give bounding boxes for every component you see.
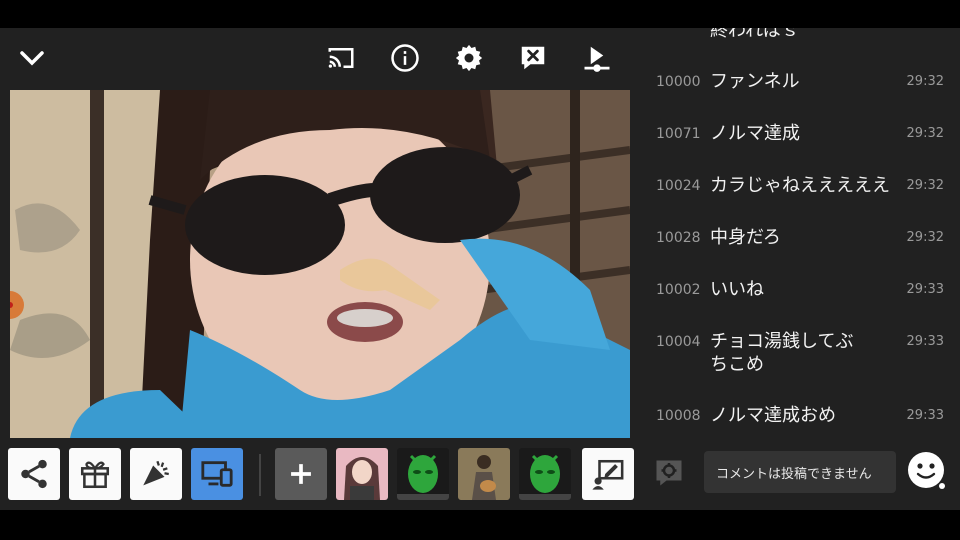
emoji-button[interactable] xyxy=(906,450,948,492)
comment-text: カラじゃねえええええ xyxy=(710,175,890,196)
comment-time: 29:32 xyxy=(906,178,944,193)
settings-button[interactable] xyxy=(447,36,491,80)
comment-number: 10002 xyxy=(656,282,701,298)
upload-button[interactable] xyxy=(575,36,619,80)
smiley-face-icon xyxy=(908,452,945,489)
comment-time: 29:33 xyxy=(906,282,944,297)
comment-toggle-button[interactable] xyxy=(511,36,555,80)
video-player[interactable] xyxy=(10,90,630,438)
gift-icon xyxy=(80,461,110,489)
comment-input[interactable]: コメントは投稿できません xyxy=(704,451,896,493)
comment-time: 29:33 xyxy=(906,408,944,423)
cast-icon xyxy=(328,48,354,68)
upload-icon xyxy=(584,46,610,72)
comment-text: チョコ湯銭してぶちこめ xyxy=(710,331,854,375)
settings-icon xyxy=(455,44,483,72)
comment-input-bar: コメントは投稿できません xyxy=(640,446,960,502)
comment-time: 29:32 xyxy=(906,74,944,89)
comment-number: 10071 xyxy=(656,126,701,142)
cast-button[interactable] xyxy=(319,36,363,80)
girl-avatar-image xyxy=(336,448,388,500)
comment-number: 10024 xyxy=(656,178,701,194)
video-frame-image xyxy=(10,90,630,438)
comment-time: 29:32 xyxy=(906,230,944,245)
cheer-icon xyxy=(143,460,169,486)
comment-text: いいね xyxy=(710,279,764,300)
cheer-button[interactable] xyxy=(130,448,182,500)
devices-icon xyxy=(201,461,233,487)
green-mask-image-2 xyxy=(519,448,571,500)
plus-icon xyxy=(291,464,311,484)
toolbar-divider xyxy=(259,454,261,496)
comment-settings-button[interactable] xyxy=(654,458,684,488)
add-button[interactable] xyxy=(275,448,327,500)
chevron-down-icon xyxy=(20,51,44,66)
green-mask-image xyxy=(397,448,449,500)
comment-number: 10000 xyxy=(656,74,701,90)
comment-off-icon xyxy=(521,46,545,70)
share-icon xyxy=(21,459,47,489)
top-toolbar xyxy=(0,28,640,90)
share-button[interactable] xyxy=(8,448,60,500)
comment-text: ノルマ達成おめ xyxy=(710,405,836,426)
girl-avatar[interactable] xyxy=(336,448,388,500)
comment-text: ノルマ達成 xyxy=(710,123,800,144)
comment-text-partial: 終わればｓ xyxy=(710,28,800,41)
comment-time: 29:33 xyxy=(906,334,944,349)
comment-number: 10028 xyxy=(656,230,701,246)
edit-note-icon xyxy=(592,459,624,490)
gift-button[interactable] xyxy=(69,448,121,500)
info-button[interactable] xyxy=(383,36,427,80)
devices-button[interactable] xyxy=(191,448,243,500)
green-mask-avatar-2[interactable] xyxy=(519,448,571,500)
info-icon xyxy=(391,44,419,72)
edit-note-button[interactable] xyxy=(582,448,634,500)
comment-list[interactable]: 終わればｓ 10000 ファンネル 29:32 10071 ノルマ達成 29:3… xyxy=(640,28,960,446)
app-window: 終わればｓ 10000 ファンネル 29:32 10071 ノルマ達成 29:3… xyxy=(0,28,960,510)
comment-time: 29:32 xyxy=(906,126,944,141)
comment-number: 10004 xyxy=(656,334,701,350)
guitar-image xyxy=(458,448,510,500)
comment-settings-icon xyxy=(656,460,682,486)
comment-number: 10008 xyxy=(656,408,701,424)
collapse-button[interactable] xyxy=(10,36,54,80)
comment-text: ファンネル xyxy=(710,71,800,92)
bottom-toolbar xyxy=(0,446,640,502)
comment-text: 中身だろ xyxy=(710,227,781,248)
guitar-avatar[interactable] xyxy=(458,448,510,500)
green-mask-avatar[interactable] xyxy=(397,448,449,500)
